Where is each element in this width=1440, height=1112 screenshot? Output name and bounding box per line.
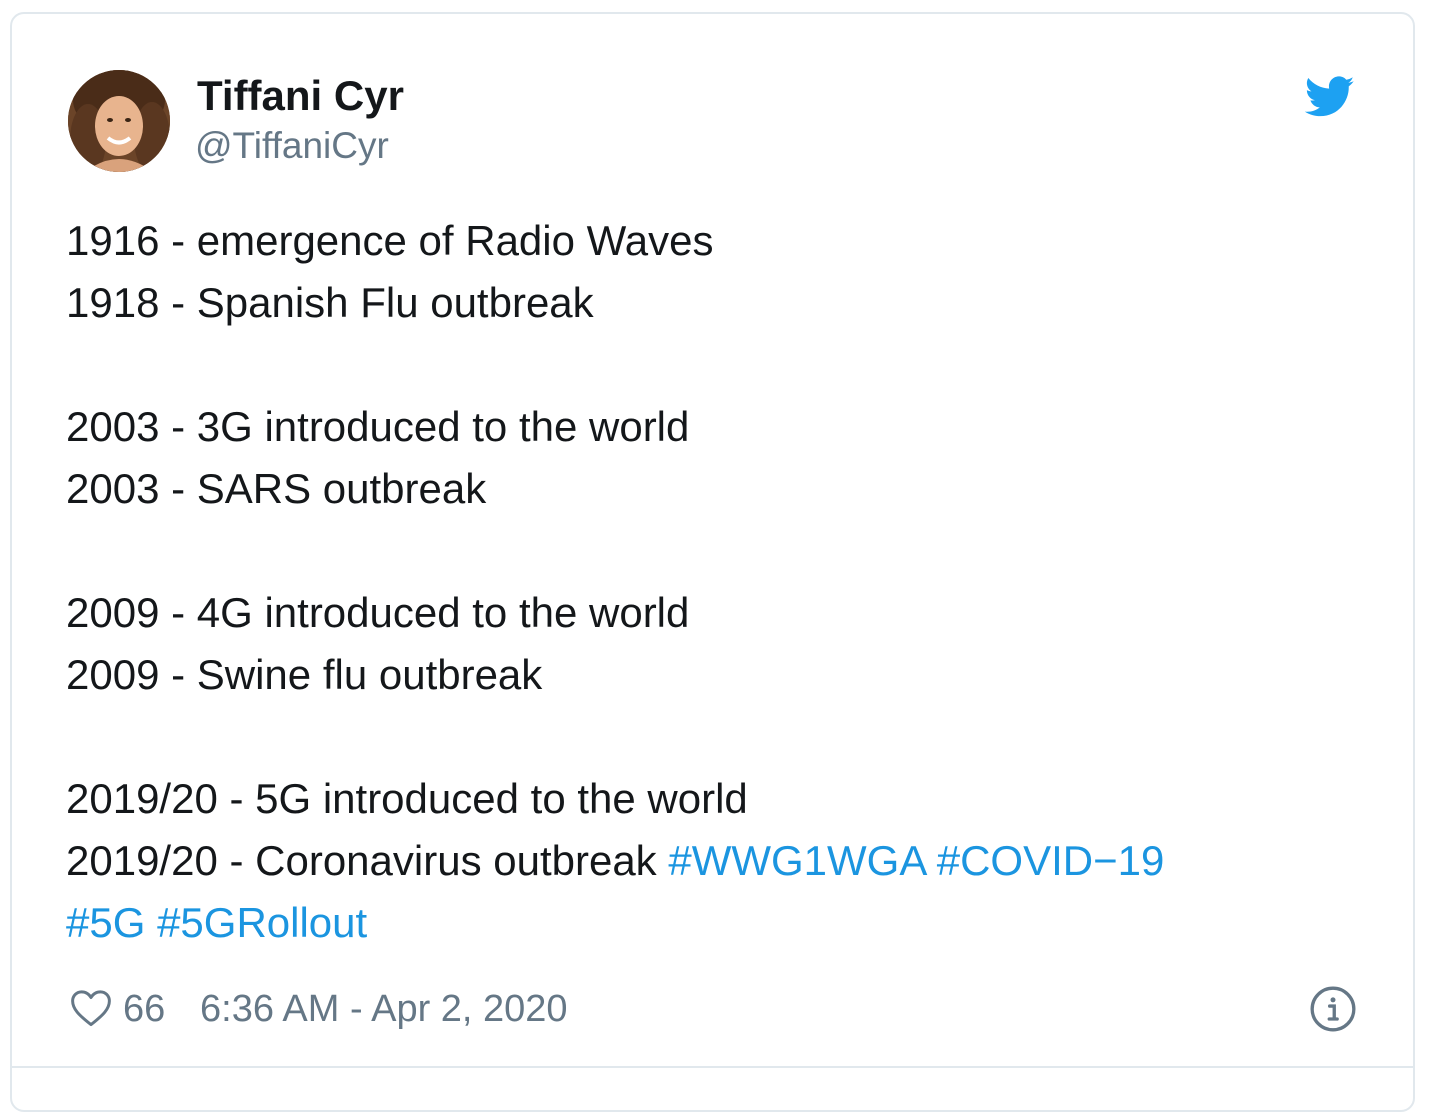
- tweet-line: 2009 - Swine flu outbreak: [66, 651, 543, 698]
- tweet-line: 1916 - emergence of Radio Waves: [66, 217, 714, 264]
- avatar-image: [68, 70, 170, 172]
- tweet-line: 2009 - 4G introduced to the world: [66, 589, 690, 636]
- author-handle[interactable]: @TiffaniCyr: [195, 124, 389, 168]
- divider: [10, 1066, 1415, 1068]
- tweet-footer: 66 6:36 AM - Apr 2, 2020: [66, 984, 1366, 1034]
- tweet-timestamp[interactable]: 6:36 AM - Apr 2, 2020: [200, 986, 568, 1032]
- avatar[interactable]: [68, 70, 170, 172]
- hashtag-link[interactable]: #5GRollout: [157, 899, 367, 946]
- tweet-line: 2003 - SARS outbreak: [66, 465, 487, 512]
- tweet-text: 1916 - emergence of Radio Waves 1918 - S…: [66, 210, 1356, 954]
- info-icon[interactable]: [1308, 984, 1358, 1034]
- twitter-bird-icon[interactable]: [1304, 76, 1355, 118]
- tweet-line: 1918 - Spanish Flu outbreak: [66, 279, 594, 326]
- heart-icon[interactable]: [70, 988, 112, 1028]
- like-count: 66: [123, 988, 166, 1030]
- hashtag-link[interactable]: #COVID−19: [937, 837, 1165, 884]
- author-name[interactable]: Tiffani Cyr: [197, 72, 404, 120]
- hashtag-link[interactable]: #WWG1WGA: [668, 837, 925, 884]
- tweet-line-with-hashtags: 2019/20 - Coronavirus outbreak #WWG1WGA …: [66, 830, 1356, 892]
- tweet-line-text: 2019/20 - Coronavirus outbreak: [66, 837, 669, 884]
- hashtag-line: #5G #5GRollout: [66, 892, 1356, 954]
- tweet-line: 2019/20 - 5G introduced to the world: [66, 775, 748, 822]
- tweet-line: 2003 - 3G introduced to the world: [66, 403, 690, 450]
- hashtag-link[interactable]: #5G: [66, 899, 145, 946]
